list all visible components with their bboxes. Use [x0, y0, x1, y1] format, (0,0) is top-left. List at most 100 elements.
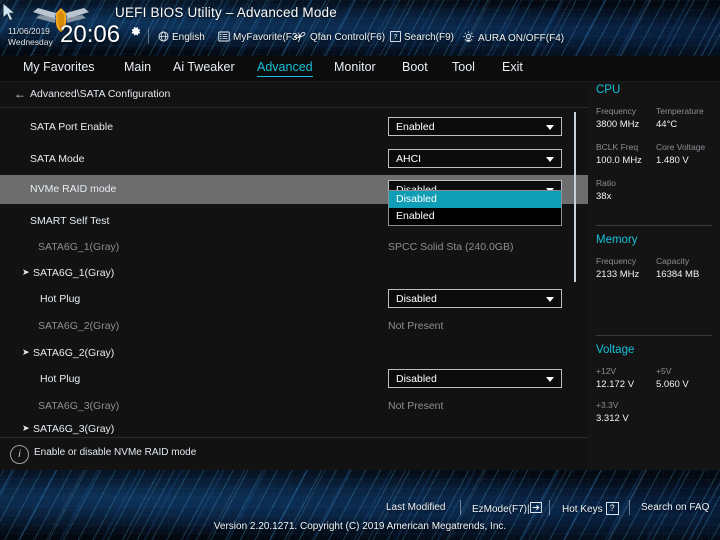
footer-divider: [460, 500, 461, 515]
tab-tool[interactable]: Tool: [452, 60, 475, 74]
header-item-qfan-control[interactable]: Qfan Control(F6): [294, 31, 385, 45]
svg-text:?: ?: [394, 34, 398, 41]
tab-monitor[interactable]: Monitor: [334, 60, 376, 74]
sata-port-enable-dropdown[interactable]: Enabled: [388, 117, 562, 136]
chevron-down-icon: [546, 157, 554, 162]
dropdown-value: AHCI: [396, 153, 422, 165]
chevron-down-icon: [546, 297, 554, 302]
hw-stat-value: 5.060 V: [656, 379, 689, 390]
hw-stat-key: Frequency: [596, 256, 637, 266]
settings-rows: SATA Port Enable Enabled SATA Mode AHCI …: [0, 107, 588, 437]
hw-stat-value: 3800 MHz: [596, 119, 640, 130]
tab-main[interactable]: Main: [124, 60, 151, 74]
weekday-text: Wednesday: [8, 36, 53, 47]
help-bar: i Enable or disable NVMe RAID mode: [0, 437, 588, 471]
footer-hot-keys[interactable]: Hot Keys?: [562, 502, 619, 515]
footer-link-label: EzMode(F7)|: [472, 504, 530, 515]
header-item-aura[interactable]: AURA ON/OFF(F4): [462, 31, 564, 46]
hw-section-title: CPU: [596, 84, 621, 96]
hw-stat-bclk-freq: BCLK Freq 100.0 MHz: [596, 142, 642, 166]
hot-plug-2-dropdown[interactable]: Disabled: [388, 369, 562, 388]
hw-stat-value: 16384 MB: [656, 269, 700, 280]
setting-row-sata6g-2-info: SATA6G_2(Gray) Not Present: [0, 314, 588, 340]
version-text: Version 2.20.1271. Copyright (C) 2019 Am…: [213, 521, 507, 532]
hw-stat-memory-capacity: Capacity 16384 MB: [656, 256, 699, 280]
tab-advanced[interactable]: Advanced: [257, 60, 313, 77]
aura-light-icon: [462, 31, 475, 46]
dropdown-value: Disabled: [396, 373, 437, 385]
hw-stat-value: 38x: [596, 191, 612, 202]
hw-stat-key: Frequency: [596, 106, 637, 116]
hw-divider: [596, 225, 712, 226]
setting-value: Not Present: [388, 400, 444, 412]
star-list-icon: [218, 31, 230, 45]
hw-stat-key: Capacity: [656, 256, 690, 266]
setting-row-sata-mode[interactable]: SATA Mode AHCI: [0, 147, 588, 173]
setting-row-sata6g-1-submenu[interactable]: ➤ SATA6G_1(Gray): [0, 261, 588, 287]
hw-section-title: Memory: [596, 234, 638, 246]
dropdown-value: Disabled: [396, 293, 437, 305]
option-enabled[interactable]: Enabled: [389, 208, 561, 225]
settings-scrollbar[interactable]: [574, 112, 576, 282]
header-item-myfavorite[interactable]: MyFavorite(F3): [218, 31, 301, 45]
tab-label: Boot: [402, 60, 428, 74]
hw-stat-key: +3.3V: [596, 400, 619, 410]
hw-stat-value: 12.172 V: [596, 379, 635, 390]
hw-stat-value: 1.480 V: [656, 155, 689, 166]
footer-link-label: Search on FAQ: [641, 502, 710, 513]
nav-bottom-edge: [0, 81, 720, 82]
header-item-search[interactable]: ? Search(F9): [390, 31, 454, 45]
setting-row-sata-port-enable[interactable]: SATA Port Enable Enabled: [0, 115, 588, 141]
hw-stat-5v: +5V 5.060 V: [656, 366, 689, 390]
fan-icon: [294, 31, 307, 45]
option-disabled[interactable]: Disabled: [389, 191, 561, 208]
tab-boot[interactable]: Boot: [402, 60, 428, 74]
setting-label: NVMe RAID mode: [30, 183, 117, 195]
page-title: UEFI BIOS Utility – Advanced Mode: [115, 5, 337, 20]
sata-mode-dropdown[interactable]: AHCI: [388, 149, 562, 168]
setting-row-hot-plug-2[interactable]: Hot Plug Disabled: [0, 367, 588, 393]
breadcrumb-path: Advanced\SATA Configuration: [30, 88, 171, 100]
hw-stat-core-voltage: Core Voltage 1.480 V: [656, 142, 705, 166]
tab-my-favorites[interactable]: My Favorites: [23, 60, 95, 74]
header-bar: UEFI BIOS Utility – Advanced Mode 11/06/…: [0, 0, 720, 56]
hw-stat-key: Ratio: [596, 178, 616, 188]
bios-screen: UEFI BIOS Utility – Advanced Mode 11/06/…: [0, 0, 720, 540]
tab-exit[interactable]: Exit: [502, 60, 523, 74]
globe-icon: [158, 31, 169, 45]
header-item-label: MyFavorite(F3): [233, 32, 301, 43]
setting-row-hot-plug-1[interactable]: Hot Plug Disabled: [0, 287, 588, 313]
dropdown-value: Enabled: [396, 121, 435, 133]
tab-label: Main: [124, 60, 152, 74]
setting-row-sata6g-2-submenu[interactable]: ➤ SATA6G_2(Gray): [0, 341, 588, 367]
main-navigation: My Favorites Main Ai Tweaker Advanced Mo…: [0, 56, 720, 82]
nvme-raid-mode-option-list[interactable]: Disabled Enabled: [388, 190, 562, 226]
hw-stat-33v: +3.3V 3.312 V: [596, 400, 629, 424]
hw-stat-12v: +12V 12.172 V: [596, 366, 634, 390]
setting-label: SATA6G_2(Gray): [33, 347, 115, 359]
setting-label: Hot Plug: [40, 373, 81, 385]
footer-divider: [629, 500, 630, 515]
hw-stat-value: 100.0 MHz: [596, 155, 642, 166]
hw-stat-value: 3.312 V: [596, 413, 629, 424]
footer-last-modified[interactable]: Last Modified: [386, 502, 445, 513]
setting-row-sata6g-1-info: SATA6G_1(Gray) SPCC Solid Sta (240.0GB): [0, 235, 588, 261]
header-item-label: AURA ON/OFF(F4): [478, 33, 565, 44]
setting-label: SATA6G_2(Gray): [38, 320, 120, 332]
gear-icon[interactable]: [129, 25, 142, 38]
settings-panel: ← Advanced\SATA Configuration SATA Port …: [0, 82, 588, 470]
mouse-cursor: [2, 2, 17, 22]
header-item-label: Search(F9): [404, 32, 455, 43]
footer-search-faq[interactable]: Search on FAQ: [641, 502, 709, 513]
submenu-arrow-icon: ➤: [22, 347, 30, 357]
header-item-english[interactable]: English: [158, 31, 205, 45]
hw-stat-value: 44°C: [656, 119, 678, 130]
system-date: 11/06/2019 Wednesday: [8, 26, 53, 47]
tab-ai-tweaker[interactable]: Ai Tweaker: [173, 60, 235, 74]
active-tab-underline: [257, 75, 313, 77]
back-arrow-icon[interactable]: ←: [14, 87, 26, 101]
footer-ezmode[interactable]: EzMode(F7)|: [472, 502, 542, 515]
setting-row-sata6g-3-submenu[interactable]: ➤ SATA6G_3(Gray): [0, 417, 588, 437]
setting-label: SATA6G_3(Gray): [38, 400, 120, 412]
hot-plug-1-dropdown[interactable]: Disabled: [388, 289, 562, 308]
